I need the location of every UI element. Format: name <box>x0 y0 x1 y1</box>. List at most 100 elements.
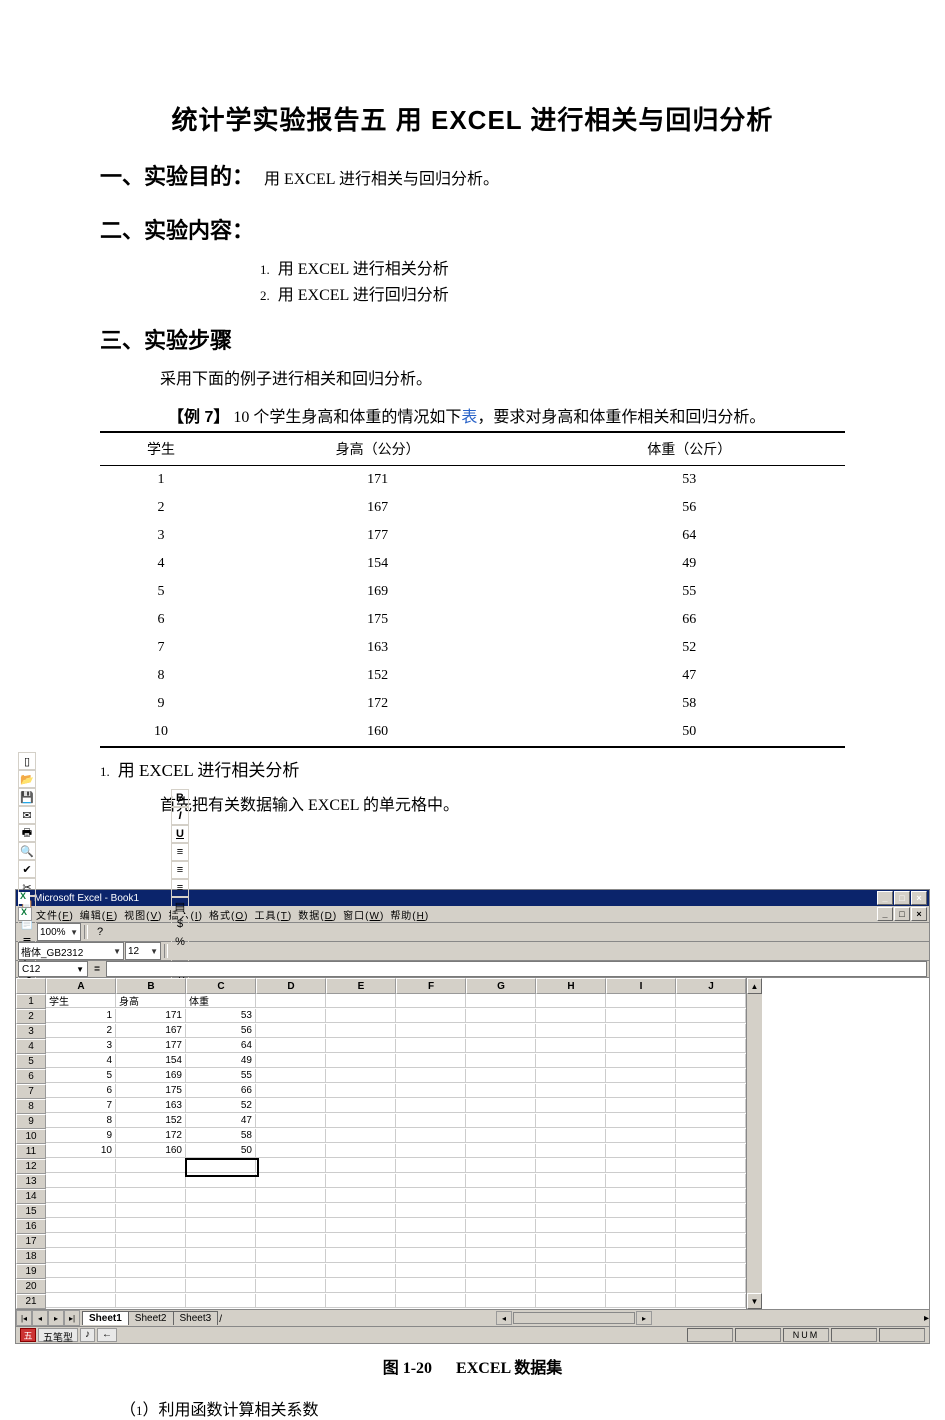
menu-item[interactable]: 帮助(H) <box>387 911 432 922</box>
spreadsheet-cell[interactable] <box>536 1144 606 1158</box>
spreadsheet-cell[interactable] <box>116 1204 186 1218</box>
spreadsheet-cell[interactable] <box>116 1264 186 1278</box>
spreadsheet-cell[interactable]: 66 <box>186 1084 256 1098</box>
spreadsheet-cell[interactable] <box>606 1294 676 1308</box>
spreadsheet-cell[interactable] <box>676 1099 746 1113</box>
spreadsheet-cell[interactable] <box>116 1174 186 1188</box>
spreadsheet-cell[interactable] <box>396 1219 466 1233</box>
spreadsheet-cell[interactable] <box>676 1144 746 1158</box>
spreadsheet-cell[interactable] <box>396 1204 466 1218</box>
tab-next-button[interactable]: ▸ <box>48 1310 64 1326</box>
column-header[interactable]: J <box>676 978 746 994</box>
spreadsheet-cell[interactable] <box>116 1189 186 1203</box>
spreadsheet-cell[interactable] <box>326 1099 396 1113</box>
spreadsheet-cell[interactable] <box>256 1234 326 1248</box>
toolbar-button-icon[interactable]: ▯ <box>18 752 36 770</box>
spreadsheet-cell[interactable] <box>326 1279 396 1293</box>
spreadsheet-cell[interactable] <box>46 1204 116 1218</box>
spreadsheet-cell[interactable] <box>256 1204 326 1218</box>
menu-item[interactable]: 工具(T) <box>251 911 295 922</box>
menu-item[interactable]: 数据(D) <box>295 911 340 922</box>
spreadsheet-cell[interactable] <box>466 1009 536 1023</box>
spreadsheet-cell[interactable] <box>606 1069 676 1083</box>
spreadsheet-cell[interactable] <box>676 1279 746 1293</box>
spreadsheet-cell[interactable] <box>186 1204 256 1218</box>
spreadsheet-cell[interactable] <box>396 1099 466 1113</box>
spreadsheet-cell[interactable] <box>606 1144 676 1158</box>
hscroll-track[interactable] <box>513 1312 635 1324</box>
spreadsheet-cell[interactable] <box>326 1069 396 1083</box>
spreadsheet-cell[interactable] <box>676 1189 746 1203</box>
column-header[interactable]: H <box>536 978 606 994</box>
spreadsheet-cell[interactable] <box>676 1204 746 1218</box>
format-button-icon[interactable]: % <box>171 933 189 951</box>
spreadsheet-cell[interactable]: 163 <box>116 1099 186 1113</box>
spreadsheet-cell[interactable] <box>256 1144 326 1158</box>
spreadsheet-cell[interactable] <box>676 1054 746 1068</box>
format-button-icon[interactable]: ▤ <box>171 897 189 915</box>
spreadsheet-cell[interactable] <box>326 1054 396 1068</box>
spreadsheet-cell[interactable] <box>396 1264 466 1278</box>
spreadsheet-cell[interactable] <box>326 1159 396 1173</box>
spreadsheet-cell[interactable] <box>466 1264 536 1278</box>
spreadsheet-cell[interactable] <box>606 1189 676 1203</box>
spreadsheet-cell[interactable] <box>606 1009 676 1023</box>
spreadsheet-cell[interactable] <box>676 994 746 1008</box>
spreadsheet-cell[interactable]: 4 <box>46 1054 116 1068</box>
spreadsheet-cell[interactable] <box>536 1069 606 1083</box>
column-header[interactable]: E <box>326 978 396 994</box>
spreadsheet-cell[interactable] <box>326 1189 396 1203</box>
spreadsheet-cell[interactable] <box>676 1174 746 1188</box>
spreadsheet-cell[interactable] <box>326 1039 396 1053</box>
sheet-tab[interactable]: Sheet3 <box>173 1311 219 1325</box>
spreadsheet-cell[interactable] <box>606 1054 676 1068</box>
spreadsheet-cell[interactable] <box>676 1264 746 1278</box>
spreadsheet-cell[interactable] <box>186 1279 256 1293</box>
row-header[interactable]: 21 <box>16 1294 46 1309</box>
row-header[interactable]: 6 <box>16 1069 46 1084</box>
spreadsheet-cell[interactable] <box>326 1129 396 1143</box>
spreadsheet-cell[interactable] <box>326 1174 396 1188</box>
spreadsheet-cell[interactable] <box>676 1249 746 1263</box>
spreadsheet-cell[interactable] <box>46 1279 116 1293</box>
spreadsheet-cell[interactable] <box>606 1129 676 1143</box>
equals-button[interactable]: = <box>90 964 104 975</box>
spreadsheet-cell[interactable] <box>396 1009 466 1023</box>
spreadsheet-cell[interactable] <box>46 1174 116 1188</box>
spreadsheet-cell[interactable]: 47 <box>186 1114 256 1128</box>
spreadsheet-cell[interactable] <box>396 1069 466 1083</box>
spreadsheet-cell[interactable] <box>116 1234 186 1248</box>
row-header[interactable]: 10 <box>16 1129 46 1144</box>
format-button-icon[interactable]: ≡ <box>171 879 189 897</box>
spreadsheet-cell[interactable] <box>676 1069 746 1083</box>
spreadsheet-cell[interactable] <box>396 1084 466 1098</box>
column-header[interactable]: I <box>606 978 676 994</box>
spreadsheet-cell[interactable] <box>676 1294 746 1308</box>
spreadsheet-cell[interactable] <box>46 1249 116 1263</box>
row-header[interactable]: 15 <box>16 1204 46 1219</box>
spreadsheet-cell[interactable]: 3 <box>46 1039 116 1053</box>
spreadsheet-cell[interactable] <box>606 1219 676 1233</box>
column-header[interactable]: C <box>186 978 256 994</box>
column-header[interactable]: F <box>396 978 466 994</box>
spreadsheet-cell[interactable] <box>326 1249 396 1263</box>
spreadsheet-cell[interactable] <box>256 1084 326 1098</box>
row-header[interactable]: 14 <box>16 1189 46 1204</box>
spreadsheet-cell[interactable]: 学生 <box>46 994 116 1008</box>
spreadsheet-cell[interactable] <box>396 1159 466 1173</box>
spreadsheet-cell[interactable] <box>606 1039 676 1053</box>
spreadsheet-cell[interactable] <box>256 1189 326 1203</box>
vertical-scrollbar[interactable]: ▲ ▼ <box>746 978 762 1309</box>
spreadsheet-cell[interactable] <box>256 1174 326 1188</box>
format-button-icon[interactable]: U <box>171 825 189 843</box>
spreadsheet-cell[interactable] <box>466 1294 536 1308</box>
format-button-icon[interactable]: ≡ <box>171 843 189 861</box>
spreadsheet-cell[interactable] <box>326 1234 396 1248</box>
spreadsheet-cell[interactable] <box>326 1114 396 1128</box>
sheet-tab[interactable]: Sheet2 <box>128 1311 174 1325</box>
spreadsheet-cell[interactable] <box>326 1219 396 1233</box>
spreadsheet-cell[interactable] <box>466 1129 536 1143</box>
spreadsheet-cell[interactable] <box>256 1039 326 1053</box>
spreadsheet-cell[interactable] <box>466 1054 536 1068</box>
minimize-button[interactable]: _ <box>877 891 893 905</box>
